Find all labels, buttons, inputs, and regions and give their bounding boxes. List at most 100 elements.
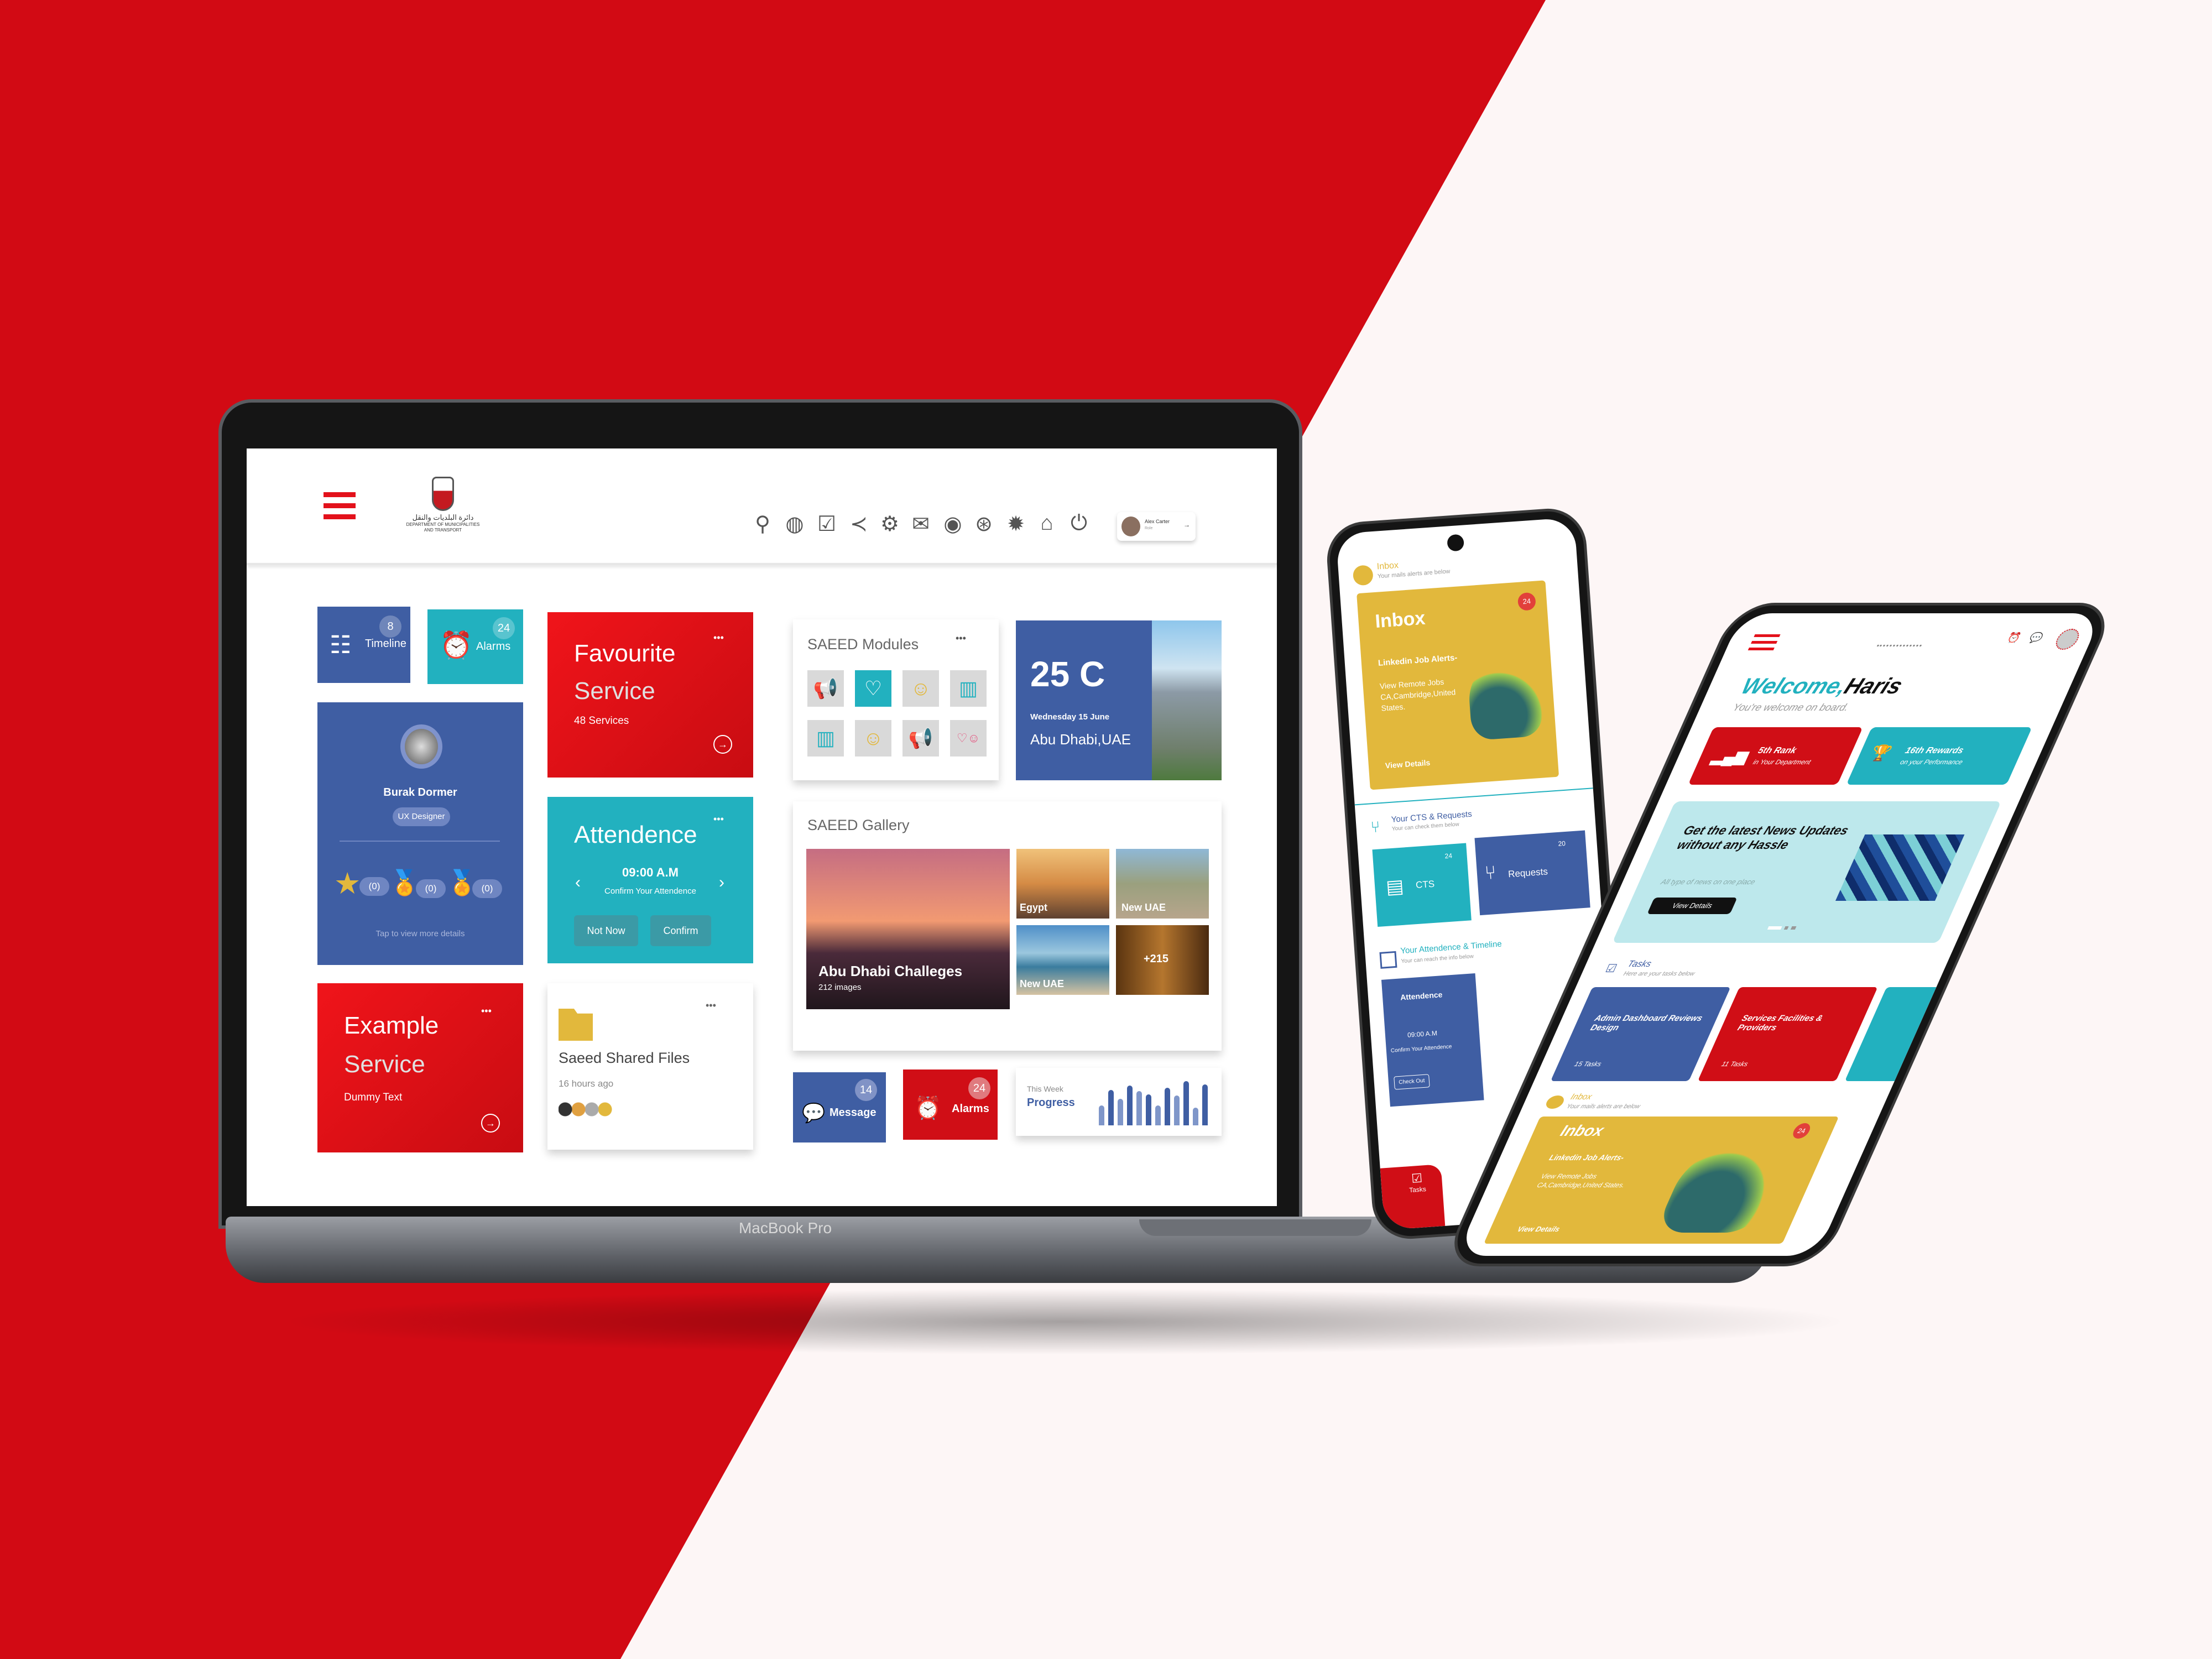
mail-check-icon[interactable]: ✉ xyxy=(907,512,935,536)
progress-bar xyxy=(1108,1090,1114,1125)
settings-network-icon[interactable]: ⚙ xyxy=(876,512,904,536)
message-tile[interactable]: 💬 Message 14 xyxy=(793,1072,886,1142)
progress-bar xyxy=(1193,1108,1198,1125)
tasks-section-subtitle: Here are your tasks below xyxy=(1622,971,1696,977)
confirm-button[interactable]: Confirm xyxy=(650,915,711,946)
laptop-hinge-notch xyxy=(1139,1219,1371,1236)
view-details-link[interactable]: View Details xyxy=(1385,758,1430,770)
favourite-service-title: Favourite xyxy=(574,640,676,667)
arrow-right-circle-icon[interactable]: → xyxy=(713,735,732,754)
progress-card[interactable]: This Week Progress xyxy=(1016,1068,1222,1136)
menu-button[interactable] xyxy=(324,492,356,520)
share-icon[interactable]: ≺ xyxy=(845,512,873,536)
book-icon[interactable]: ▥ xyxy=(950,670,987,707)
menu-button[interactable] xyxy=(1747,634,1781,651)
carousel-dots[interactable] xyxy=(1767,926,1797,930)
user-menu-arrow-icon: → xyxy=(1183,521,1190,529)
inbox-card-title: Inbox xyxy=(1374,607,1426,632)
progress-bar xyxy=(1202,1084,1208,1125)
inbox-card[interactable]: Inbox 24 Linkedin Job Alerts- View Remot… xyxy=(1483,1117,1839,1244)
smiley-icon[interactable]: ☺ xyxy=(902,670,939,707)
gallery-thumb[interactable]: New UAE xyxy=(1116,849,1209,919)
laptop-shadow xyxy=(276,1288,1853,1355)
rank-title: 5th Rank xyxy=(1756,746,1798,755)
book-icon[interactable]: ▥ xyxy=(807,720,844,757)
lifebuoy-icon[interactable]: ⊛ xyxy=(970,512,998,536)
globe-icon[interactable]: ◍ xyxy=(781,512,808,536)
star-award-count: (0) xyxy=(359,877,389,896)
alarms-tile[interactable]: ⏰ Alarms 24 xyxy=(427,609,523,684)
inbox-card-text-bold: Linkedin Job Alerts- xyxy=(1547,1153,1626,1162)
inbox-card[interactable]: Inbox 24 Linkedin Job Alerts- View Remot… xyxy=(1357,580,1559,790)
more-options-icon[interactable]: ••• xyxy=(713,632,724,644)
alarms-red-tile[interactable]: ⏰ Alarms 24 xyxy=(903,1070,998,1140)
attendance-section-title: Your Attendence & Timeline xyxy=(1400,939,1503,956)
mailbox-illustration xyxy=(1467,658,1544,741)
inbox-card-title: Inbox xyxy=(1558,1122,1607,1139)
user-menu[interactable]: Alex Carter Role → xyxy=(1117,512,1196,541)
more-options-icon[interactable]: ••• xyxy=(706,1000,716,1011)
check-out-button[interactable]: Check Out xyxy=(1394,1074,1430,1090)
gallery-main-image[interactable]: Abu Dhabi Challeges 212 images xyxy=(806,849,1010,1009)
more-options-icon[interactable]: ••• xyxy=(481,1005,492,1017)
message-label: Message xyxy=(830,1107,877,1119)
gallery-main-count: 212 images xyxy=(818,983,862,992)
favourite-service-card[interactable]: ••• Favourite Service 48 Services → xyxy=(547,612,753,778)
progress-bar xyxy=(1118,1099,1123,1125)
view-details-button[interactable]: View Details xyxy=(1647,898,1738,914)
task-title: Admin Dashboard Reviews Design xyxy=(1589,1014,1704,1032)
camera-icon xyxy=(1447,534,1465,552)
requests-tile[interactable]: ⑂ Requests 20 xyxy=(1474,830,1590,916)
id-card-icon xyxy=(1379,951,1397,969)
inbox-count-badge: 24 xyxy=(1790,1123,1813,1139)
timeline-tile[interactable]: ☷ Timeline 8 xyxy=(317,607,410,683)
medal-award-count: (0) xyxy=(416,879,446,898)
gallery-thumb[interactable]: Egypt xyxy=(1016,849,1109,919)
inbox-section-title: Inbox xyxy=(1376,560,1399,572)
rewards-card[interactable]: 🏆 16th Rewards on your Performance xyxy=(1846,727,2032,785)
alarm-icon[interactable]: ⏰ xyxy=(2005,632,2022,644)
rank-subtitle: in Your Department xyxy=(1751,758,1813,766)
modules-title: SAEED Modules xyxy=(807,636,919,653)
chat-icon[interactable]: 💬 xyxy=(2027,632,2044,644)
gold-medal-icon: 🏅 xyxy=(447,869,477,896)
cts-tile[interactable]: ▤ CTS 24 xyxy=(1372,843,1472,927)
megaphone-icon[interactable]: 📢 xyxy=(807,670,844,707)
megaphone-icon[interactable]: 📢 xyxy=(902,720,939,757)
logo xyxy=(1876,630,1929,646)
badge-alert-icon[interactable]: ✹ xyxy=(1002,512,1030,536)
inbox-section-title: Inbox xyxy=(1569,1092,1594,1102)
avatar[interactable] xyxy=(2052,629,2083,650)
profile-hint: Tap to view more details xyxy=(375,929,465,938)
gallery-thumb[interactable]: New UAE xyxy=(1016,925,1109,995)
mixed-modules-icon[interactable]: ♡☺ xyxy=(950,720,987,757)
rank-card[interactable]: ▂▄▆ 5th Rank in Your Department xyxy=(1688,727,1863,785)
laptop-brand-label: MacBook Pro xyxy=(738,1219,832,1237)
gold-medal-count: (0) xyxy=(472,879,502,898)
clipboard-check-icon[interactable]: ☑ xyxy=(813,512,841,536)
inbox-card-text: View Remote Jobs CA,Cambridge,United Sta… xyxy=(1379,677,1456,713)
example-service-card[interactable]: ••• Example Service Dummy Text → xyxy=(317,983,523,1152)
more-options-icon[interactable]: ••• xyxy=(956,633,966,644)
tasks-tab[interactable]: ☑ Tasks xyxy=(1380,1164,1446,1230)
home-heart-icon[interactable]: ⌂ xyxy=(1033,512,1061,535)
cts-count-badge: 24 xyxy=(1444,852,1453,860)
not-now-button[interactable]: Not Now xyxy=(574,915,638,946)
smiley-icon[interactable]: ☺ xyxy=(855,720,891,757)
eye-icon[interactable]: ◉ xyxy=(939,512,967,536)
heart-icon[interactable]: ♡ xyxy=(855,670,891,707)
alarms-label: Alarms xyxy=(476,640,511,653)
boxes-icon: ▤ xyxy=(1385,875,1405,898)
news-banner[interactable]: Get the latest News Updates without any … xyxy=(1612,801,2002,943)
gallery-more-thumb[interactable]: +215 xyxy=(1116,925,1209,995)
logout-icon[interactable]: ⏻ xyxy=(1065,512,1093,535)
search-icon[interactable]: ⚲ xyxy=(749,512,776,536)
more-options-icon[interactable]: ••• xyxy=(713,813,724,825)
shared-files-card[interactable]: ••• Saeed Shared Files 16 hours ago xyxy=(547,983,753,1150)
user-name: Alex Carter xyxy=(1145,519,1170,524)
inbox-icon xyxy=(1543,1095,1567,1109)
arrow-right-circle-icon[interactable]: → xyxy=(481,1114,500,1133)
view-details-link[interactable]: View Details xyxy=(1516,1225,1561,1233)
profile-card[interactable]: Burak Dormer UX Designer ★ (0) 🏅 (0) 🏅 (… xyxy=(317,702,523,965)
example-service-subtitle: Dummy Text xyxy=(344,1092,403,1103)
